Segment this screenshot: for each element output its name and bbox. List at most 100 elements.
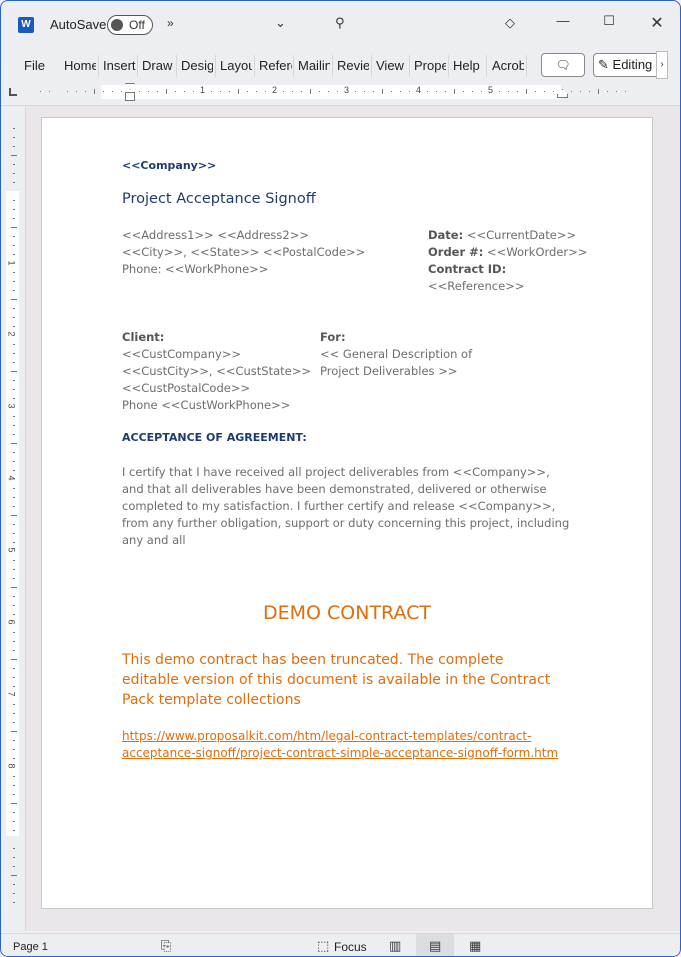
ruler-number: 1 xyxy=(6,260,17,266)
ruler-tick xyxy=(11,875,17,876)
tab-separator xyxy=(98,55,99,77)
customize-qat-chevron-icon[interactable]: ⌄ xyxy=(275,15,286,31)
ruler-tick xyxy=(535,91,536,92)
ruler-tick xyxy=(13,893,15,894)
page-indicator[interactable]: Page 1 xyxy=(13,941,48,953)
ruler-tick xyxy=(283,91,284,92)
date-line: Date: <<CurrentDate>> xyxy=(428,227,587,244)
company-placeholder: <<Company>> xyxy=(122,159,217,172)
autosave-toggle[interactable]: Off xyxy=(107,15,153,35)
address-line: <<City>>, <<State>> <<PostalCode>> xyxy=(122,245,366,259)
ruler-tick xyxy=(229,91,230,92)
ruler-tick xyxy=(472,91,473,92)
tab-design[interactable]: Design xyxy=(181,57,213,75)
ruler-tick xyxy=(13,317,15,318)
ruler-tick xyxy=(13,776,15,777)
ruler-tick xyxy=(13,722,15,723)
ruler-tick xyxy=(13,272,15,273)
ruler-tick xyxy=(13,749,15,750)
ruler-tick xyxy=(13,353,15,354)
tab-help[interactable]: Help xyxy=(453,57,483,75)
search-icon[interactable]: ⚲ xyxy=(335,15,345,31)
vertical-ruler[interactable] xyxy=(5,109,21,921)
ruler-tick xyxy=(40,91,41,92)
ruler-tick xyxy=(49,91,50,92)
horizontal-ruler[interactable] xyxy=(29,85,647,99)
focus-mode-button[interactable]: Focus xyxy=(334,940,367,954)
tab-home[interactable]: Home xyxy=(64,57,96,75)
tab-view[interactable]: View xyxy=(376,57,406,75)
ruler-tick xyxy=(13,497,15,498)
ruler-tick xyxy=(76,91,77,92)
ruler-tick xyxy=(13,344,15,345)
track-changes-icon[interactable]: ⎘ xyxy=(161,938,171,954)
left-indent-marker[interactable] xyxy=(125,83,135,103)
tab-insert[interactable]: Insert xyxy=(103,57,136,75)
read-mode-icon[interactable]: ▥ xyxy=(389,938,401,954)
ruler-tick xyxy=(526,89,527,94)
ruler-tick xyxy=(13,236,15,237)
ruler-tick xyxy=(112,91,113,92)
ruler-tick xyxy=(571,91,572,92)
comments-button[interactable]: 🗨 xyxy=(541,53,585,77)
ruler-number: 4 xyxy=(6,475,17,481)
ruler-tick xyxy=(13,785,15,786)
ruler-tick xyxy=(11,731,17,732)
first-line-indent-handle[interactable] xyxy=(125,83,135,90)
tab-separator xyxy=(254,55,255,77)
client-line: <<CustCity>>, <<CustState>> xyxy=(122,364,312,378)
print-layout-icon[interactable]: ▤ xyxy=(429,938,441,954)
ruler-tick xyxy=(256,91,257,92)
ruler-tick xyxy=(364,91,365,92)
maximize-button[interactable]: ☐ xyxy=(599,13,619,29)
focus-icon[interactable]: ⬚ xyxy=(317,938,329,954)
tab-acrobat[interactable]: Acrobat xyxy=(492,57,524,75)
ruler-tick xyxy=(11,371,17,372)
for-label: For: xyxy=(320,330,346,344)
tab-file[interactable]: File xyxy=(24,57,46,75)
address-line: Phone: <<WorkPhone>> xyxy=(122,262,269,276)
ruler-tick xyxy=(13,461,15,462)
document-page[interactable]: <<Company>> Project Acceptance Signoff <… xyxy=(41,117,653,909)
acceptance-heading: ACCEPTANCE OF AGREEMENT: xyxy=(122,431,307,444)
left-indent-handle[interactable] xyxy=(125,92,135,101)
ruler-tick xyxy=(157,91,158,92)
tab-mailings[interactable]: Mailings xyxy=(298,57,330,75)
ruler-tick xyxy=(13,146,15,147)
tab-draw[interactable]: Draw xyxy=(142,57,174,75)
tab-selector[interactable] xyxy=(9,88,17,96)
demo-contract-title: DEMO CONTRACT xyxy=(262,602,432,624)
ruler-tick xyxy=(328,91,329,92)
ruler-tick xyxy=(355,91,356,92)
ruler-tick xyxy=(13,668,15,669)
contract-id-value: <<Reference>> xyxy=(428,279,525,293)
ruler-tick xyxy=(499,91,500,92)
web-layout-icon[interactable]: ▦ xyxy=(469,938,481,954)
ruler-tick xyxy=(220,91,221,92)
order-value: <<WorkOrder>> xyxy=(483,245,588,259)
ribbon-scroll-right-button[interactable]: › xyxy=(656,51,668,79)
autosave-state: Off xyxy=(129,18,145,32)
tab-properties[interactable]: Properties xyxy=(414,57,446,75)
premium-diamond-icon[interactable]: ◇ xyxy=(505,15,515,31)
client-line: Phone <<CustWorkPhone>> xyxy=(122,398,291,412)
ruler-tick xyxy=(598,89,599,94)
ruler-tick xyxy=(265,91,266,92)
ruler-tick xyxy=(13,200,15,201)
more-commands-icon[interactable]: » xyxy=(167,16,174,30)
close-button[interactable]: ✕ xyxy=(647,13,667,33)
date-value: <<CurrentDate>> xyxy=(463,228,577,242)
ruler-tick xyxy=(13,137,15,138)
editing-mode-button[interactable]: ✎ Editing xyxy=(593,53,665,77)
template-link[interactable]: https://www.proposalkit.com/htm/legal-co… xyxy=(122,728,572,762)
tab-references[interactable]: References xyxy=(259,57,292,75)
tab-review[interactable]: Review xyxy=(337,57,369,75)
ruler-tick xyxy=(382,89,383,94)
address-line: <<Address1>> <<Address2>> xyxy=(122,228,309,242)
ruler-tick xyxy=(11,587,17,588)
tab-layout[interactable]: Layout xyxy=(220,57,252,75)
ruler-tick xyxy=(427,91,428,92)
minimize-button[interactable]: — xyxy=(553,13,573,28)
ruler-number: 8 xyxy=(6,763,17,769)
ruler-tick xyxy=(13,641,15,642)
